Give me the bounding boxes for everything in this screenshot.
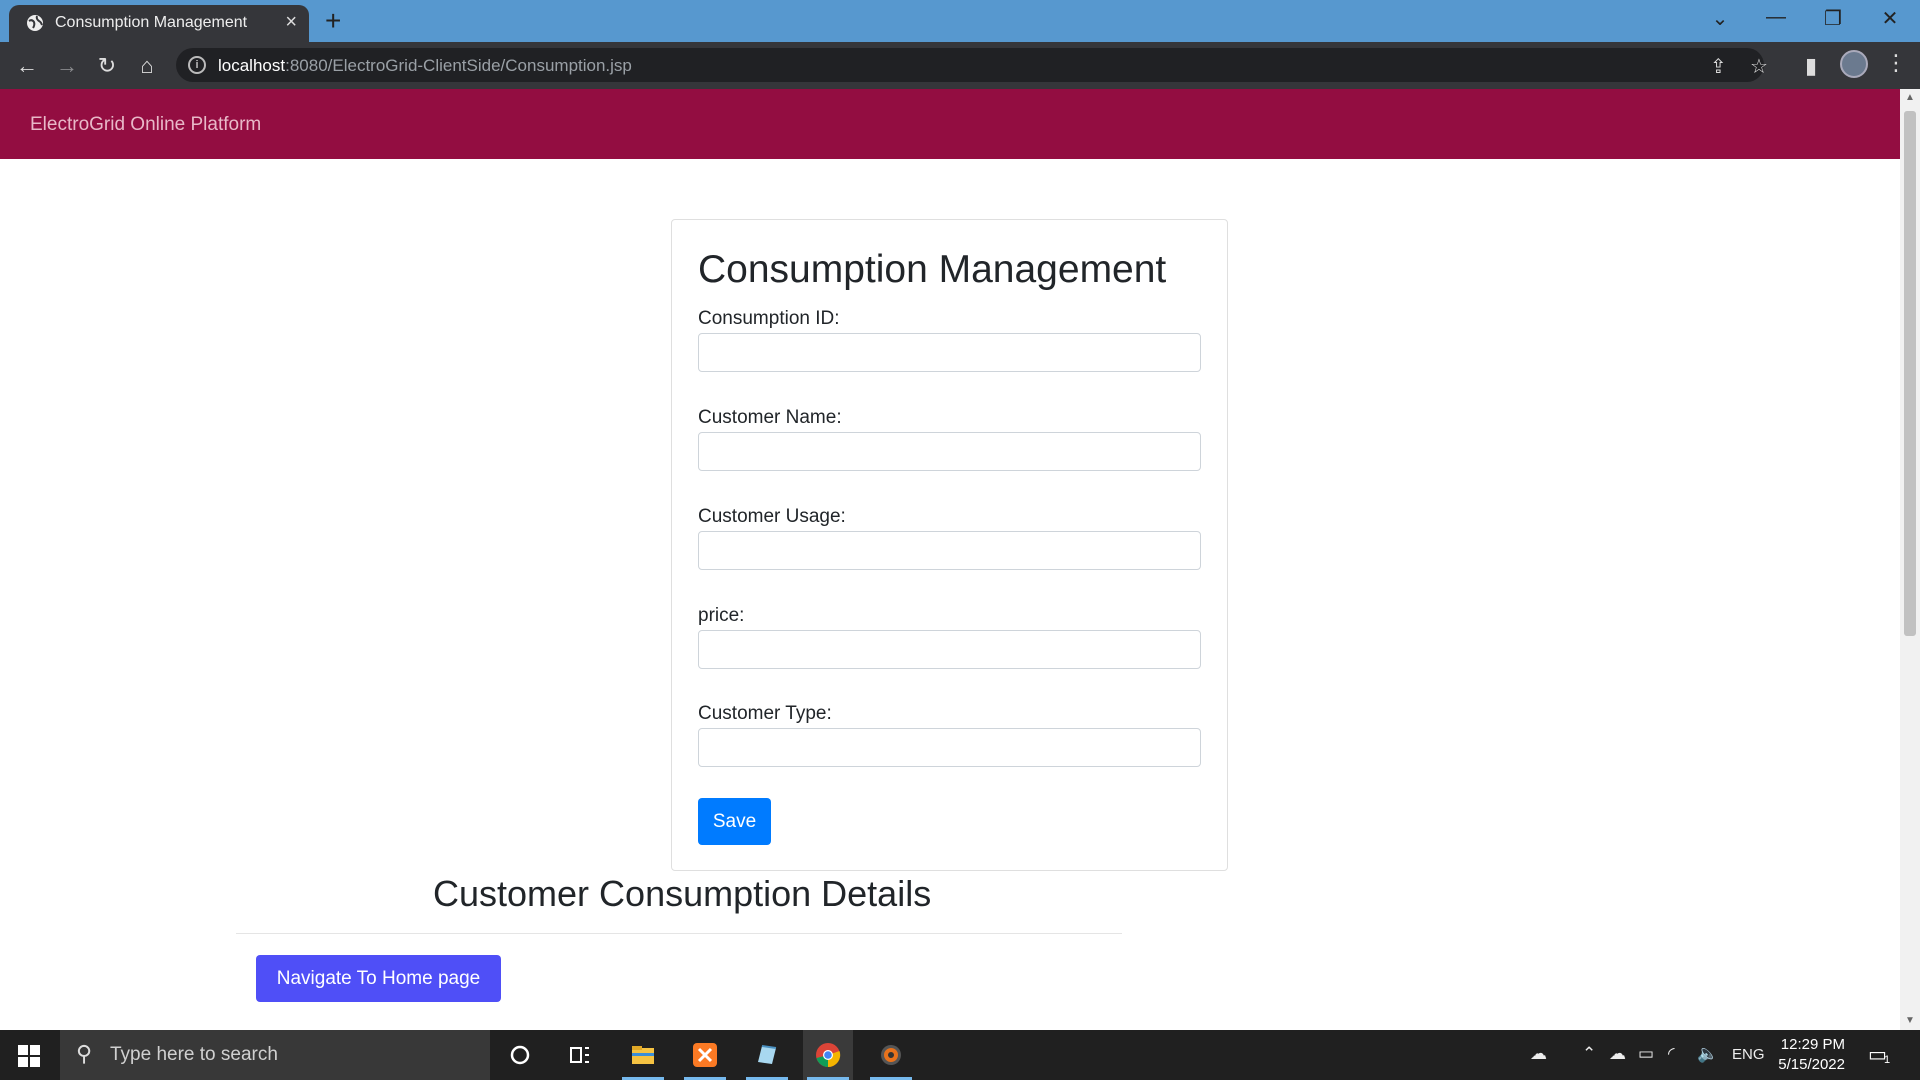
new-tab-button[interactable]: + — [325, 5, 341, 37]
clock-time: 12:29 PM — [1780, 1036, 1845, 1053]
back-arrow-icon[interactable]: ← — [13, 52, 41, 80]
scroll-up-arrow-icon[interactable]: ▲ — [1905, 92, 1915, 103]
search-placeholder: Type here to search — [110, 1044, 278, 1065]
customer-type-label: Customer Type: — [698, 703, 832, 724]
consumption-form-card: Consumption Management Consumption ID: C… — [671, 219, 1228, 871]
windows-taskbar: ⚲ Type here to search ☁ ⌃ ☁ ▭ ◜ 🔈 ENG 12… — [0, 1030, 1920, 1080]
volume-icon[interactable]: 🔈 — [1697, 1044, 1718, 1064]
address-bar[interactable]: i localhost:8080/ElectroGrid-ClientSide/… — [176, 48, 1768, 82]
browser-toolbar: ← → ↻ ⌂ i localhost:8080/ElectroGrid-Cli… — [0, 42, 1920, 89]
taskbar-search-box[interactable]: ⚲ Type here to search — [60, 1030, 490, 1080]
customer-name-label: Customer Name: — [698, 407, 842, 428]
xampp-icon[interactable] — [680, 1030, 730, 1080]
consumption-id-input[interactable] — [698, 333, 1201, 372]
forward-arrow-icon[interactable]: → — [53, 52, 81, 80]
minimize-icon[interactable]: — — [1756, 6, 1796, 29]
share-icon[interactable]: ⇪ — [1710, 54, 1727, 79]
page-scrollbar[interactable]: ▲ ▼ — [1900, 89, 1920, 1030]
consumption-details-heading: Customer Consumption Details — [433, 873, 932, 914]
price-input[interactable] — [698, 630, 1201, 669]
browser-tab-strip: Consumption Management × + ⌄ — ❐ ✕ — [0, 0, 1920, 42]
browser-tab[interactable]: Consumption Management × — [9, 5, 309, 42]
more-menu-icon[interactable]: ⋮ — [1885, 50, 1907, 76]
customer-usage-label: Customer Usage: — [698, 506, 846, 527]
system-clock[interactable]: 12:29 PM 5/15/2022 — [1773, 1035, 1845, 1075]
settings-app-icon[interactable] — [866, 1030, 916, 1080]
site-brand-link[interactable]: ElectroGrid Online Platform — [30, 114, 261, 136]
close-window-icon[interactable]: ✕ — [1870, 6, 1910, 31]
navigate-home-button[interactable]: Navigate To Home page — [256, 955, 501, 1002]
task-view-icon[interactable] — [555, 1030, 605, 1080]
site-navbar: ElectroGrid Online Platform — [0, 89, 1900, 159]
customer-name-input[interactable] — [698, 432, 1201, 471]
show-hidden-icons-chevron-icon[interactable]: ⌃ — [1582, 1044, 1596, 1064]
tab-close-icon[interactable]: × — [285, 11, 297, 34]
price-label: price: — [698, 605, 745, 626]
weather-cloud-icon[interactable]: ☁ — [1530, 1044, 1547, 1064]
tab-search-chevron-icon[interactable]: ⌄ — [1700, 6, 1740, 31]
chrome-icon[interactable] — [803, 1030, 853, 1080]
url-text: localhost:8080/ElectroGrid-ClientSide/Co… — [218, 56, 632, 75]
divider — [236, 933, 1122, 934]
customer-type-input[interactable] — [698, 728, 1201, 767]
tab-title: Consumption Management — [55, 14, 248, 31]
wifi-icon[interactable]: ◜ — [1668, 1044, 1675, 1064]
save-button[interactable]: Save — [698, 798, 771, 845]
form-title: Consumption Management — [698, 248, 1167, 291]
battery-icon[interactable]: ▭ — [1638, 1044, 1654, 1064]
notification-center-icon[interactable]: ▭ 1 — [1868, 1042, 1894, 1068]
bookmark-star-icon[interactable]: ☆ — [1750, 54, 1768, 79]
side-panel-icon[interactable]: ▮ — [1797, 52, 1825, 80]
onedrive-icon[interactable]: ☁ — [1609, 1044, 1626, 1064]
web-page: ElectroGrid Online Platform Consumption … — [0, 89, 1900, 1030]
profile-avatar[interactable] — [1840, 50, 1868, 78]
home-icon[interactable]: ⌂ — [133, 52, 161, 80]
consumption-id-label: Consumption ID: — [698, 308, 840, 329]
reload-icon[interactable]: ↻ — [93, 52, 121, 80]
file-explorer-icon[interactable] — [618, 1030, 668, 1080]
site-info-icon[interactable]: i — [188, 56, 206, 74]
scroll-down-arrow-icon[interactable]: ▼ — [1905, 1015, 1915, 1026]
globe-icon — [27, 15, 43, 31]
notepad-icon[interactable] — [742, 1030, 792, 1080]
search-icon: ⚲ — [76, 1041, 93, 1066]
windows-start-icon[interactable] — [18, 1045, 40, 1067]
restore-icon[interactable]: ❐ — [1813, 6, 1853, 31]
scrollbar-thumb[interactable] — [1904, 111, 1916, 636]
cortana-icon[interactable] — [495, 1030, 545, 1080]
customer-usage-input[interactable] — [698, 531, 1201, 570]
clock-date: 5/15/2022 — [1778, 1056, 1845, 1073]
notification-count: 1 — [1884, 1054, 1891, 1066]
language-indicator[interactable]: ENG — [1732, 1046, 1765, 1063]
